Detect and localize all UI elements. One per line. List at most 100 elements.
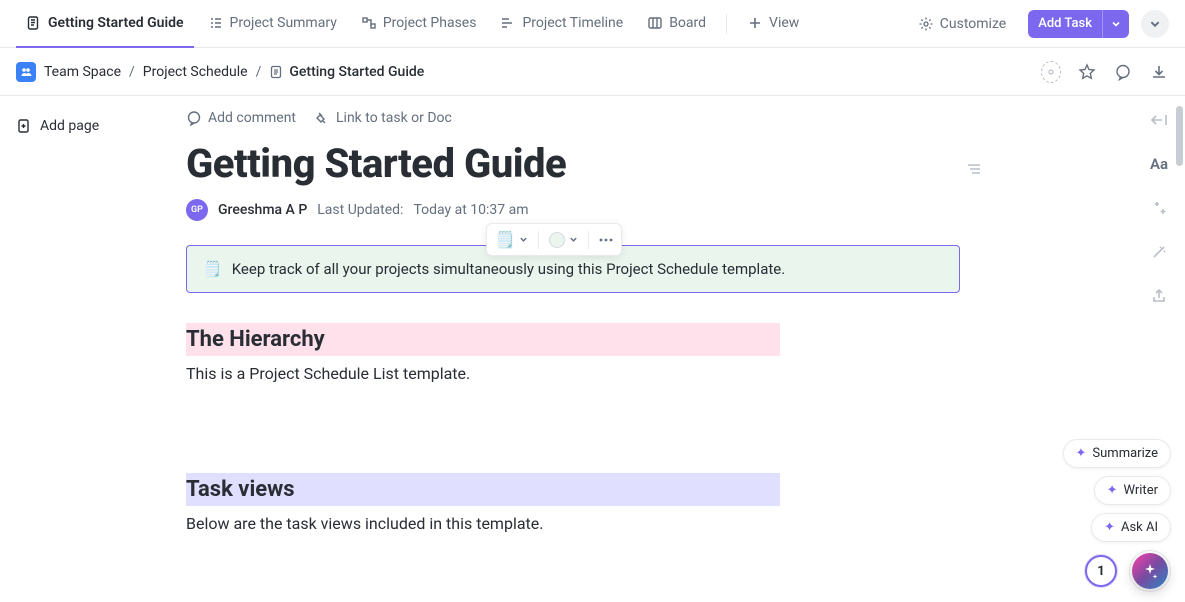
- list-icon: [208, 15, 224, 31]
- right-rail: Aa: [1147, 108, 1171, 308]
- chevron-down-icon: [569, 235, 578, 244]
- tab-getting-started[interactable]: Getting Started Guide: [16, 0, 194, 48]
- tab-project-timeline[interactable]: Project Timeline: [490, 0, 633, 48]
- more-menu-button[interactable]: [1141, 10, 1169, 38]
- link-icon: [314, 110, 330, 126]
- document-body: Add comment Link to task or Doc Getting …: [170, 96, 960, 602]
- aa-label: Aa: [1150, 155, 1168, 173]
- scrollbar[interactable]: [1176, 106, 1183, 166]
- doc-meta: GP Greeshma A P Last Updated: Today at 1…: [186, 199, 960, 221]
- space-icon: [16, 62, 36, 82]
- sparkle-icon: [1151, 200, 1167, 216]
- tab-label: Project Summary: [230, 15, 337, 31]
- doc-sidebar: Add page: [0, 96, 170, 602]
- section-heading[interactable]: The Hierarchy: [186, 323, 780, 356]
- customize-label: Customize: [940, 16, 1006, 32]
- favorite-button[interactable]: [1077, 62, 1097, 82]
- tab-board[interactable]: Board: [637, 0, 716, 48]
- section-task-views: Task views Below are the task views incl…: [186, 473, 960, 533]
- chip-label: Ask AI: [1121, 520, 1158, 535]
- focus-mode-button[interactable]: [1041, 62, 1061, 82]
- callout-emoji-picker[interactable]: 🗒️: [493, 228, 530, 251]
- add-view-button[interactable]: View: [737, 0, 809, 48]
- gear-icon: [918, 16, 934, 32]
- comments-button[interactable]: [1113, 62, 1133, 82]
- timeline-icon: [500, 15, 516, 31]
- download-button[interactable]: [1149, 62, 1169, 82]
- notification-button[interactable]: 1: [1085, 555, 1117, 587]
- breadcrumb-doc[interactable]: Getting Started Guide: [289, 64, 424, 80]
- toolbar-divider: [538, 231, 539, 249]
- page-actions: [1041, 62, 1169, 82]
- view-label: View: [769, 15, 799, 31]
- share-button[interactable]: [1147, 284, 1171, 308]
- notepad-emoji-icon: 🗒️: [203, 260, 222, 278]
- comment-icon: [186, 110, 202, 126]
- breadcrumb-space[interactable]: Team Space: [44, 64, 121, 80]
- author-avatar[interactable]: GP: [186, 199, 208, 221]
- add-task-button[interactable]: Add Task: [1028, 10, 1129, 38]
- ai-summarize-chip[interactable]: ✦ Summarize: [1063, 439, 1171, 468]
- tab-project-summary[interactable]: Project Summary: [198, 0, 347, 48]
- callout-wrapper: 🗒️ 🗒️ Keep track of all your projects si…: [186, 245, 960, 293]
- breadcrumb-bar: Team Space / Project Schedule / Getting …: [0, 48, 1185, 96]
- wand-icon: [1151, 244, 1167, 260]
- section-hierarchy: The Hierarchy This is a Project Schedule…: [186, 323, 960, 383]
- customize-button[interactable]: Customize: [908, 10, 1016, 38]
- section-body[interactable]: Below are the task views included in thi…: [186, 514, 960, 533]
- add-page-label: Add page: [40, 118, 99, 134]
- chevron-down-icon[interactable]: [1102, 10, 1129, 38]
- typography-button[interactable]: Aa: [1147, 152, 1171, 176]
- updated-label: Last Updated:: [317, 202, 403, 218]
- add-comment-button[interactable]: Add comment: [186, 110, 296, 126]
- doc-icon: [269, 65, 283, 79]
- ai-assist-button[interactable]: [1147, 196, 1171, 220]
- tab-project-phases[interactable]: Project Phases: [351, 0, 487, 48]
- tabs-bar: Getting Started Guide Project Summary Pr…: [0, 0, 1185, 48]
- ai-chips: ✦ Summarize ✦ Writer ✦ Ask AI: [1063, 439, 1171, 542]
- ai-writer-chip[interactable]: ✦ Writer: [1094, 476, 1171, 505]
- collapse-right-button[interactable]: [1147, 108, 1171, 132]
- phases-icon: [361, 15, 377, 31]
- magic-wand-button[interactable]: [1147, 240, 1171, 264]
- tab-label: Project Phases: [383, 15, 477, 31]
- chip-label: Summarize: [1092, 446, 1158, 461]
- callout-text[interactable]: Keep track of all your projects simultan…: [232, 260, 785, 278]
- tab-label: Getting Started Guide: [48, 15, 184, 31]
- notepad-emoji-icon: 🗒️: [495, 230, 515, 249]
- download-icon: [1150, 63, 1168, 81]
- add-page-icon: [16, 118, 32, 134]
- callout-toolbar: 🗒️: [486, 223, 622, 256]
- ellipsis-icon: [599, 238, 613, 242]
- toolbar-divider: [588, 231, 589, 249]
- breadcrumb-sep: /: [129, 64, 135, 80]
- outline-toggle[interactable]: [965, 160, 983, 178]
- updated-time: Today at 10:37 am: [413, 202, 528, 218]
- callout-color-picker[interactable]: [547, 230, 580, 250]
- color-swatch-icon: [549, 232, 565, 248]
- chevron-down-icon: [1149, 18, 1161, 30]
- author-name[interactable]: Greeshma A P: [218, 202, 307, 218]
- section-heading[interactable]: Task views: [186, 473, 780, 506]
- add-comment-label: Add comment: [208, 110, 296, 126]
- chevron-down-icon: [519, 235, 528, 244]
- breadcrumb-list[interactable]: Project Schedule: [143, 64, 248, 80]
- notif-count: 1: [1097, 564, 1104, 579]
- sparkle-icon: ✦: [1107, 483, 1118, 498]
- breadcrumb-sep: /: [256, 64, 262, 80]
- plus-icon: [747, 15, 763, 31]
- board-icon: [647, 15, 663, 31]
- share-icon: [1151, 288, 1167, 304]
- section-body[interactable]: This is a Project Schedule List template…: [186, 364, 960, 383]
- add-page-button[interactable]: Add page: [16, 118, 154, 134]
- sparkle-icon: ✦: [1076, 446, 1087, 461]
- callout-more-button[interactable]: [597, 236, 615, 244]
- ai-fab-button[interactable]: [1132, 553, 1168, 589]
- doc-title[interactable]: Getting Started Guide: [186, 140, 960, 187]
- ai-ask-chip[interactable]: ✦ Ask AI: [1091, 513, 1171, 542]
- tab-divider: [726, 14, 727, 34]
- link-task-button[interactable]: Link to task or Doc: [314, 110, 452, 126]
- link-task-label: Link to task or Doc: [336, 110, 452, 126]
- tab-label: Project Timeline: [522, 15, 623, 31]
- star-icon: [1078, 63, 1096, 81]
